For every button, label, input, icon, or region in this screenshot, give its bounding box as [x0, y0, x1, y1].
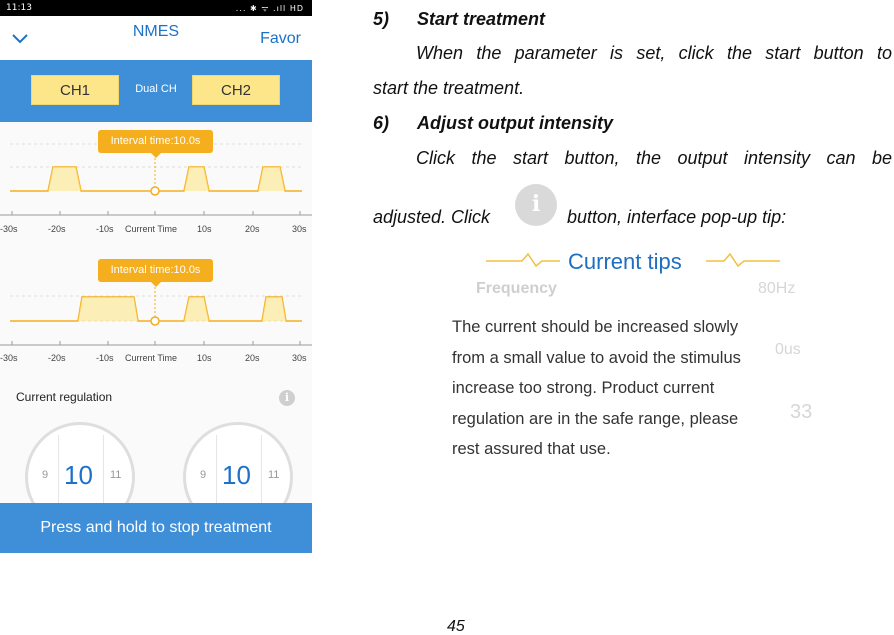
- paragraph-line: start the treatment.: [373, 78, 525, 98]
- page-number: 45: [447, 618, 465, 635]
- status-bar: 11:13 ... ✱ ᯤ .ıll HD: [0, 0, 312, 16]
- axis-tick: -30s: [0, 353, 18, 363]
- axis-tick: 30s: [292, 224, 307, 234]
- interval-tooltip-1: Interval time:10.0s: [98, 130, 213, 158]
- dial-current-value: 10: [64, 460, 93, 490]
- axis-tick: Current Time: [125, 353, 178, 363]
- axis-tick: 10s: [197, 353, 212, 363]
- info-icon: i: [515, 184, 557, 226]
- axis-tick: 10s: [197, 224, 212, 234]
- favor-button[interactable]: Favor: [260, 30, 301, 48]
- axis-tick: -20s: [48, 353, 66, 363]
- section-title: Start treatment: [417, 9, 546, 29]
- tips-title: Current tips: [568, 249, 682, 274]
- app-screenshot: 11:13 ... ✱ ᯤ .ıll HD NMES Favor CH1 Dua…: [0, 0, 312, 553]
- tips-body-text: The current should be increased slowly f…: [452, 318, 741, 458]
- waveform-plot-2: Interval time:10.0s -30s -20s -10s Curre…: [0, 253, 312, 377]
- stop-treatment-button[interactable]: Press and hold to stop treatment: [0, 503, 312, 553]
- section-heading-6: 6) Adjust output intensity: [373, 113, 613, 134]
- wave-decoration-icon: [486, 252, 560, 268]
- axis-tick: -30s: [0, 224, 18, 234]
- axis-tick: 20s: [245, 353, 260, 363]
- dial-next-value: 11: [268, 469, 280, 481]
- status-time: 11:13: [6, 3, 32, 13]
- channel-1-button[interactable]: CH1: [31, 75, 119, 105]
- axis-tick: Current Time: [125, 224, 178, 234]
- wave-decoration-icon: [706, 252, 780, 268]
- dual-channel-label: Dual CH: [135, 83, 177, 95]
- axis-tick: -10s: [96, 224, 114, 234]
- paragraph-line: adjusted. Click: [373, 207, 491, 227]
- dial-prev-value: 9: [42, 469, 49, 481]
- dial-current-value: 10: [222, 460, 251, 490]
- channel-2-button[interactable]: CH2: [192, 75, 280, 105]
- paragraph-line: button, interface pop-up tip:: [567, 207, 787, 227]
- axis-tick: -20s: [48, 224, 66, 234]
- section-heading-5: 5) Start treatment: [373, 9, 545, 30]
- section-number: 5): [373, 9, 390, 29]
- current-regulation-label: Current regulation: [16, 390, 113, 404]
- section-number: 6): [373, 113, 390, 133]
- dial-next-value: 11: [110, 469, 122, 481]
- background-frequency-value: 80Hz: [758, 280, 796, 297]
- paragraph-line: Click the start button, the output inten…: [416, 148, 892, 168]
- paragraph-line: When the parameter is set, click the sta…: [416, 43, 892, 63]
- axis-tick: 30s: [292, 353, 307, 363]
- status-icons: ... ✱ ᯤ .ıll HD: [235, 4, 304, 13]
- info-icon[interactable]: i: [279, 390, 295, 406]
- interval-tooltip-2: Interval time:10.0s: [98, 259, 213, 287]
- section-title: Adjust output intensity: [417, 113, 613, 133]
- background-frequency-label: Frequency: [476, 280, 557, 297]
- app-bar: NMES Favor: [0, 16, 312, 60]
- axis-tick: -10s: [96, 353, 114, 363]
- waveform-plot-1: Interval time:10.0s -30s -20s -10s Curre…: [0, 124, 312, 248]
- current-tips-popup: Current tips Frequency 80Hz 0us 33 The c…: [440, 240, 840, 470]
- axis-tick: 20s: [245, 224, 260, 234]
- channel-bar: CH1 Dual CH CH2: [0, 60, 312, 122]
- dial-prev-value: 9: [200, 469, 207, 481]
